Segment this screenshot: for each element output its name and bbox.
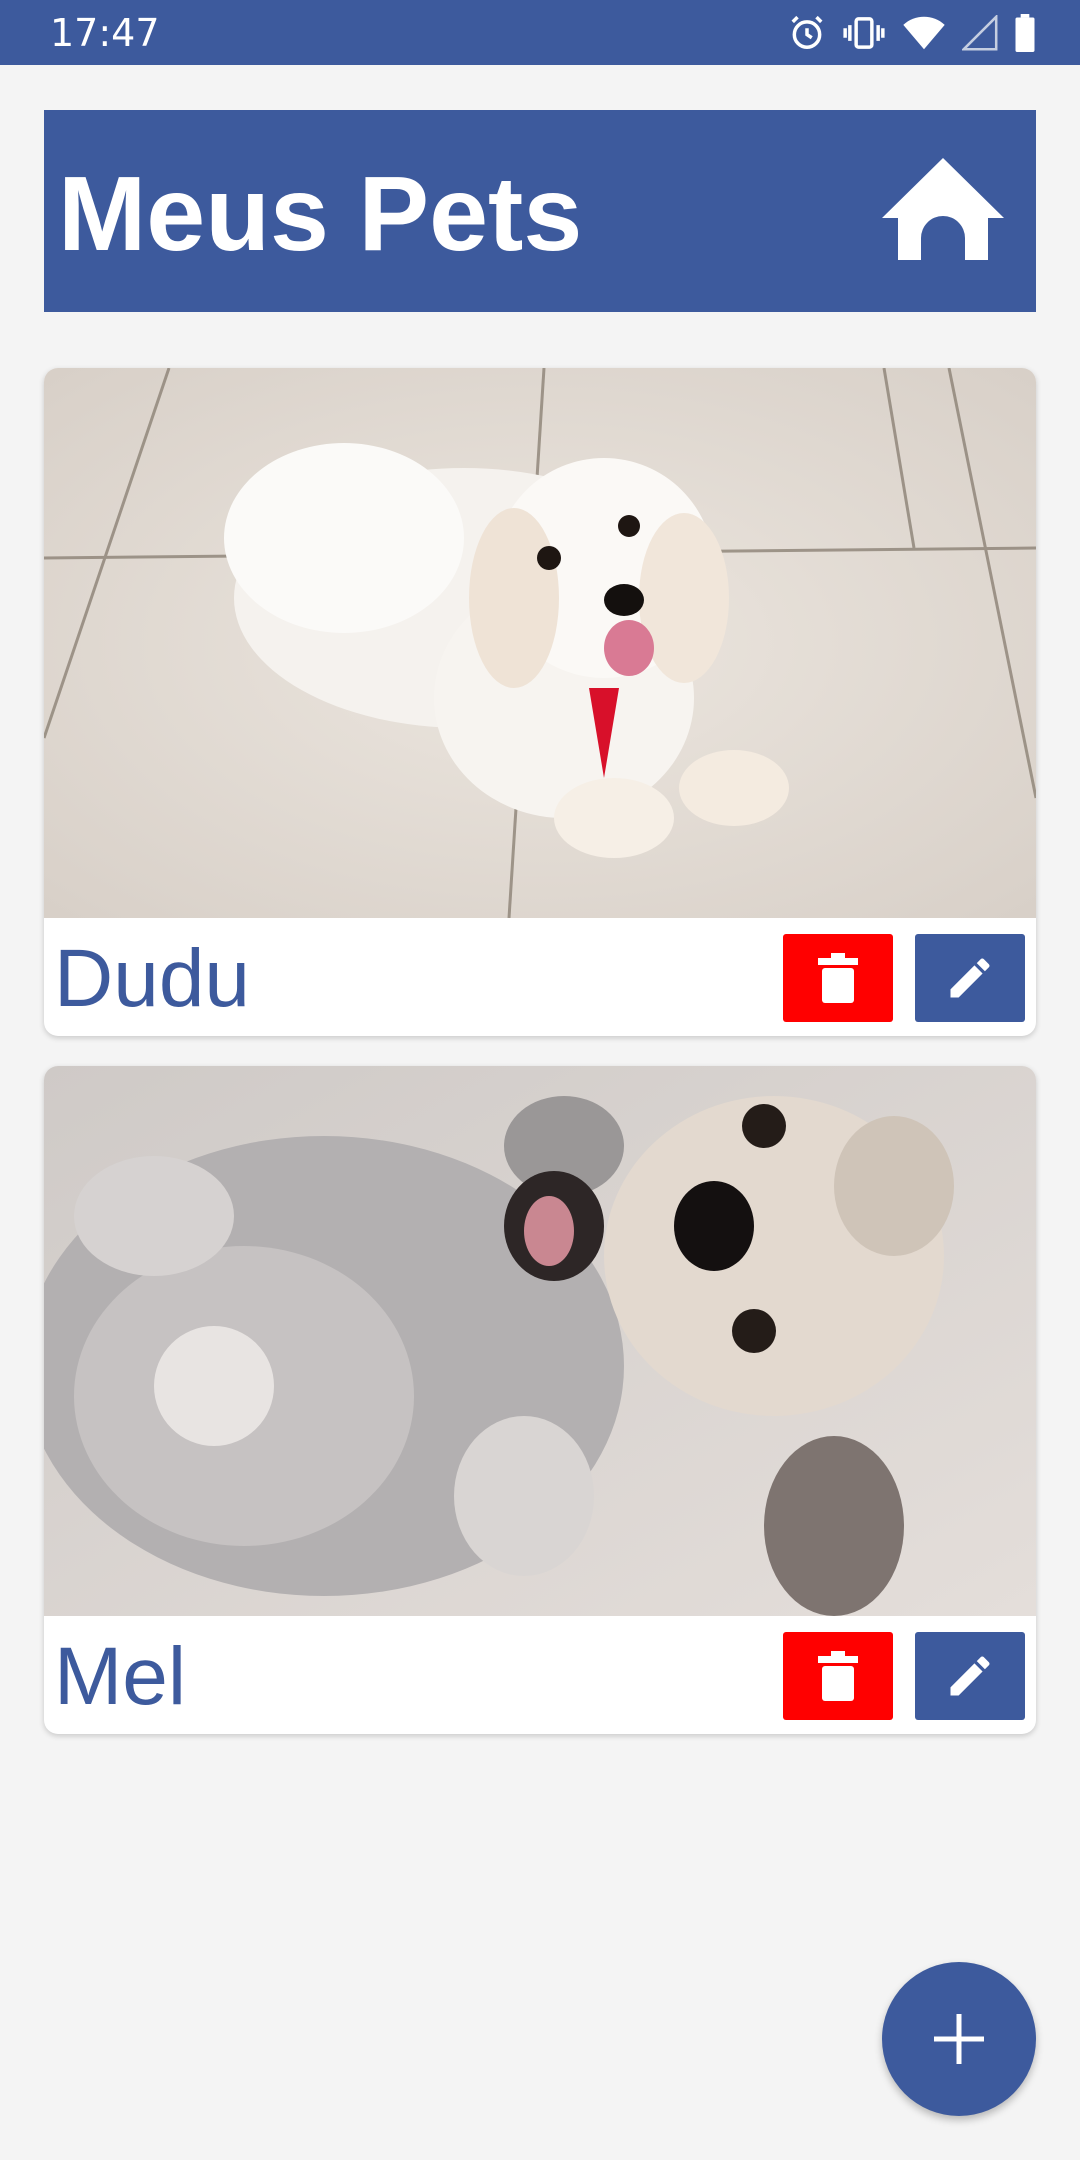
edit-button[interactable] — [915, 1632, 1025, 1720]
pet-photo[interactable] — [44, 1066, 1036, 1616]
vibrate-icon — [842, 14, 886, 52]
pet-photo[interactable] — [44, 368, 1036, 918]
pet-card-mel: Mel — [44, 1066, 1036, 1734]
page-title: Meus Pets — [58, 155, 583, 273]
plus-icon — [934, 2014, 984, 2064]
pet-name: Mel — [54, 1631, 187, 1722]
app-header: Meus Pets — [44, 110, 1036, 312]
home-icon — [882, 158, 1004, 260]
delete-button[interactable] — [783, 1632, 893, 1720]
pencil-icon — [950, 1656, 990, 1696]
signal-icon — [962, 15, 998, 51]
trash-icon — [818, 1651, 858, 1701]
wifi-icon — [902, 15, 946, 51]
battery-icon — [1014, 14, 1036, 52]
pet-card-dudu: Dudu — [44, 368, 1036, 1036]
status-time: 17:47 — [50, 11, 160, 55]
alarm-icon — [788, 14, 826, 52]
add-pet-button[interactable] — [882, 1962, 1036, 2116]
pet-name: Dudu — [54, 933, 251, 1024]
status-bar: 17:47 — [0, 0, 1080, 65]
status-icons — [788, 12, 1036, 54]
pencil-icon — [950, 958, 990, 998]
delete-button[interactable] — [783, 934, 893, 1022]
trash-icon — [818, 953, 858, 1003]
home-button[interactable] — [880, 154, 1006, 266]
edit-button[interactable] — [915, 934, 1025, 1022]
